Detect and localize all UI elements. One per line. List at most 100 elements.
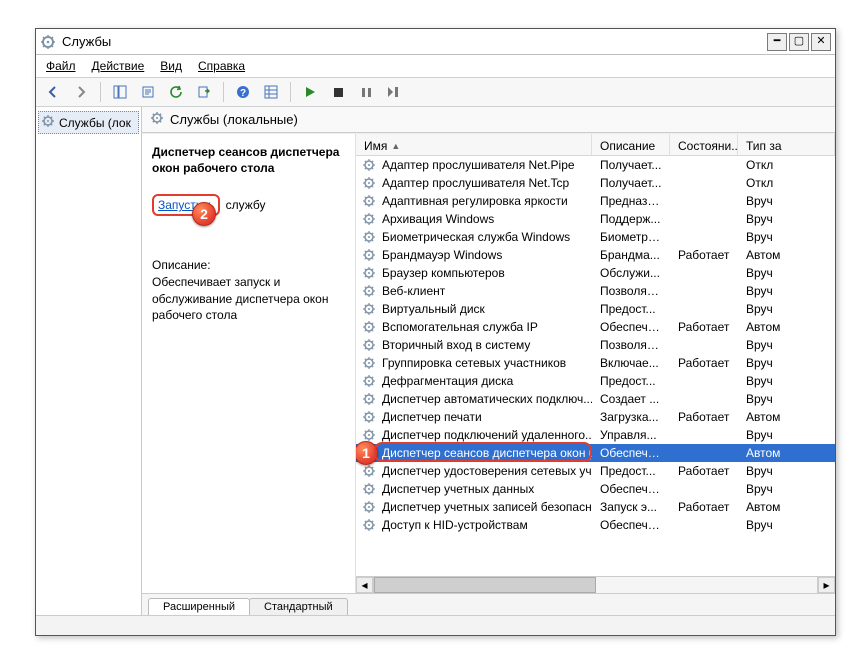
cell-desc: Загрузка... [592,410,670,424]
cell-desc: Поддерж... [592,212,670,226]
tree-services-node[interactable]: Службы (лок [38,111,139,134]
close-button[interactable]: ✕ [811,33,831,51]
cell-desc: Запуск э... [592,500,670,514]
cell-desc: Обслужи... [592,266,670,280]
cell-type: Вруч [738,212,835,226]
help-button[interactable]: ? [232,81,254,103]
menubar: Файл Действие Вид Справка [36,55,835,77]
restart-service-button[interactable] [383,81,405,103]
cell-state: Работает [670,464,738,478]
forward-button[interactable] [70,81,92,103]
selected-service-title: Диспетчер сеансов диспетчера окон рабоче… [152,144,345,176]
properties-button[interactable] [137,81,159,103]
cell-name: Браузер компьютеров [356,266,592,280]
table-row[interactable]: Доступ к HID-устройствамОбеспечи...Вруч [356,516,835,534]
table-row[interactable]: Диспетчер автоматических подключ...Созда… [356,390,835,408]
detail-pane: Диспетчер сеансов диспетчера окон рабоче… [142,134,356,593]
cell-type: Вруч [738,392,835,406]
cell-name: Веб-клиент [356,284,592,298]
cell-desc: Управля... [592,428,670,442]
cell-name: Архивация Windows [356,212,592,226]
menu-help[interactable]: Справка [192,57,251,75]
col-description[interactable]: Описание [592,134,670,155]
cell-state: Работает [670,320,738,334]
table-row[interactable]: Браузер компьютеровОбслужи...Вруч [356,264,835,282]
description-label: Описание: [152,258,345,272]
service-rows[interactable]: Адаптер прослушивателя Net.PipeПолучает.… [356,156,835,576]
table-row[interactable]: Архивация WindowsПоддерж... Вруч [356,210,835,228]
table-row[interactable]: Дефрагментация дискаПредост...Вруч [356,372,835,390]
scroll-right-arrow[interactable]: ▸ [818,577,835,593]
cell-desc: Получает... [592,176,670,190]
cell-name: Диспетчер учетных данных [356,482,592,496]
table-row[interactable]: Вспомогательная служба IPОбеспечи...Рабо… [356,318,835,336]
cell-desc: Позволяе... [592,338,670,352]
menu-file[interactable]: Файл [40,57,82,75]
right-pane: Службы (локальные) Диспетчер сеансов дис… [142,107,835,615]
table-row[interactable]: Адаптер прослушивателя Net.TcpПолучает..… [356,174,835,192]
cell-state: Работает [670,356,738,370]
cell-type: Вруч [738,356,835,370]
col-name[interactable]: Имя ▲ [356,134,592,155]
cell-type: Вруч [738,284,835,298]
cell-name: Диспетчер автоматических подключ... [356,392,592,406]
stop-service-button[interactable] [327,81,349,103]
cell-desc: Включае... [592,356,670,370]
panel-body: Диспетчер сеансов диспетчера окон рабоче… [142,133,835,593]
back-button[interactable] [42,81,64,103]
table-row[interactable]: Адаптер прослушивателя Net.PipeПолучает.… [356,156,835,174]
cell-type: Автом [738,248,835,262]
table-row[interactable]: Веб-клиентПозволяе...Вруч [356,282,835,300]
cell-type: Вруч [738,482,835,496]
table-row[interactable]: Диспетчер сеансов диспетчера окон р...Об… [356,444,835,462]
cell-name: Вспомогательная служба IP [356,320,592,334]
cell-name: Диспетчер подключений удаленного... [356,428,592,442]
pause-service-button[interactable] [355,81,377,103]
scroll-left-arrow[interactable]: ◂ [356,577,373,593]
col-state[interactable]: Состояни... [670,134,738,155]
menu-view[interactable]: Вид [154,57,188,75]
tab-extended[interactable]: Расширенный [148,598,250,615]
start-service-button[interactable] [299,81,321,103]
cell-desc: Обеспечи... [592,482,670,496]
table-row[interactable]: Диспетчер удостоверения сетевых уч...Пре… [356,462,835,480]
window-title: Службы [62,34,761,49]
table-row[interactable]: Адаптивная регулировка яркостиПредназн..… [356,192,835,210]
table-row[interactable]: Диспетчер учетных данныхОбеспечи... Вруч [356,480,835,498]
scroll-thumb[interactable] [374,577,596,593]
cell-name: Виртуальный диск [356,302,592,316]
table-row[interactable]: Диспетчер учетных записей безопасн...Зап… [356,498,835,516]
table-row[interactable]: Брандмауэр WindowsБрандма...РаботаетАвто… [356,246,835,264]
cell-desc: Получает... [592,158,670,172]
cell-type: Откл [738,176,835,190]
cell-type: Вруч [738,230,835,244]
horizontal-scrollbar[interactable]: ◂ ▸ [356,576,835,593]
table-row[interactable]: Диспетчер подключений удаленного...Управ… [356,426,835,444]
cell-desc: Брандма... [592,248,670,262]
export-button[interactable] [193,81,215,103]
callout-badge-2: 2 [192,202,216,226]
table-row[interactable]: Вторичный вход в системуПозволяе...Вруч [356,336,835,354]
list-button[interactable] [260,81,282,103]
refresh-button[interactable] [165,81,187,103]
cell-desc: Предост... [592,374,670,388]
table-row[interactable]: Диспетчер печатиЗагрузка...РаботаетАвтом [356,408,835,426]
table-row[interactable]: Группировка сетевых участниковВключае...… [356,354,835,372]
start-service-row: Запустить службу 2 [152,194,345,240]
cell-type: Вруч [738,194,835,208]
tree-pane[interactable]: Службы (лок [36,107,142,615]
cell-desc: Предназн... [592,194,670,208]
cell-desc: Предост... [592,302,670,316]
menu-action[interactable]: Действие [86,57,151,75]
view-tabs: Расширенный Стандартный [142,593,835,615]
maximize-button[interactable]: ▢ [789,33,809,51]
minimize-button[interactable]: ━ [767,33,787,51]
cell-type: Автом [738,446,835,460]
content-area: Службы (лок Службы (локальные) Диспетчер… [36,107,835,615]
cell-type: Автом [738,500,835,514]
show-tree-button[interactable] [109,81,131,103]
table-row[interactable]: Биометрическая служба WindowsБиометри...… [356,228,835,246]
table-row[interactable]: Виртуальный дискПредост...Вруч [356,300,835,318]
col-startup-type[interactable]: Тип за [738,134,835,155]
tab-standard[interactable]: Стандартный [249,598,348,615]
